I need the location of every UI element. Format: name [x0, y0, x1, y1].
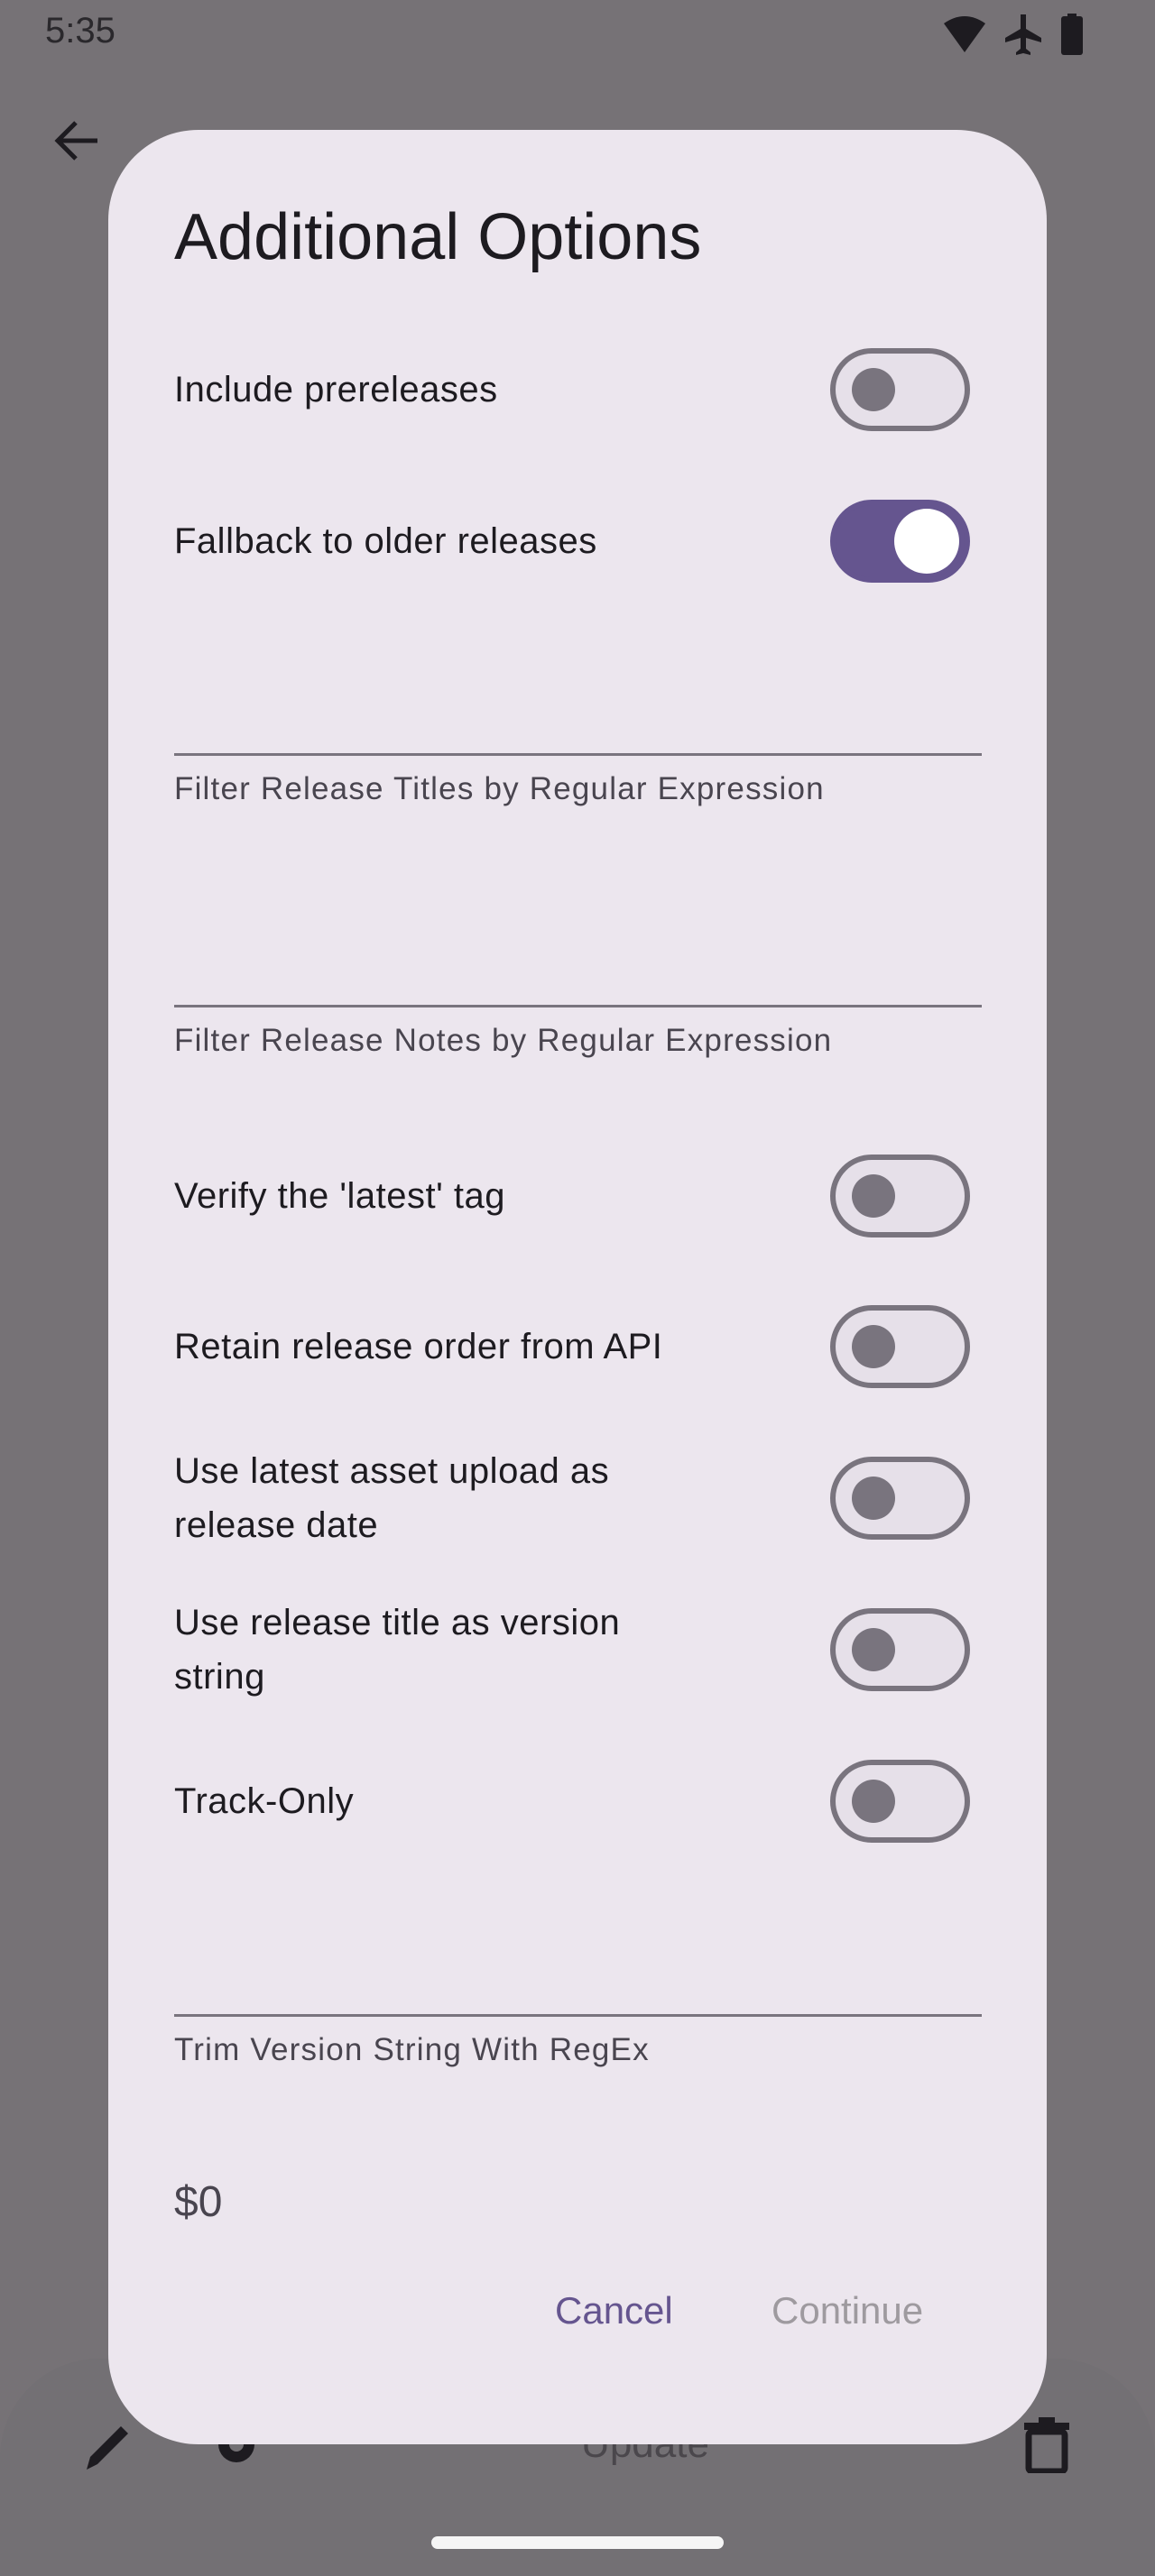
input-underline	[174, 2014, 982, 2017]
status-icons	[944, 13, 1083, 56]
track-only-switch[interactable]	[830, 1760, 970, 1843]
switch-thumb	[852, 1780, 895, 1823]
cancel-button[interactable]: Cancel	[555, 2289, 673, 2332]
switch-thumb	[852, 1325, 895, 1368]
back-arrow-icon[interactable]	[51, 114, 105, 168]
switch-thumb	[852, 368, 895, 411]
battery-icon	[1061, 14, 1083, 55]
toggle-label-retain-order: Retain release order from API	[174, 1327, 663, 1366]
switch-thumb	[852, 1477, 895, 1520]
dialog-title: Additional Options	[174, 201, 702, 273]
status-time: 5:35	[45, 11, 116, 51]
switch-thumb	[852, 1628, 895, 1671]
trim-version-input[interactable]	[174, 1909, 982, 2017]
pencil-icon[interactable]	[81, 2417, 135, 2471]
filter-titles-label: Filter Release Titles by Regular Express…	[174, 771, 825, 806]
wifi-icon	[944, 16, 985, 52]
switch-thumb	[852, 1174, 895, 1218]
toggle-label-verify-latest: Verify the 'latest' tag	[174, 1176, 505, 1216]
continue-button[interactable]: Continue	[772, 2289, 923, 2332]
input-underline	[174, 753, 982, 756]
filter-notes-input[interactable]	[174, 899, 982, 1007]
filter-titles-input[interactable]	[174, 648, 982, 756]
toggle-label-include-prereleases: Include prereleases	[174, 370, 498, 409]
input-underline	[174, 1005, 982, 1007]
asset-date-switch[interactable]	[830, 1457, 970, 1540]
toggle-label-asset-date: Use latest asset upload as release date	[174, 1451, 610, 1545]
switch-thumb	[894, 509, 959, 574]
replacement-value-input[interactable]: $0	[174, 2177, 222, 2227]
home-indicator[interactable]	[431, 2536, 724, 2549]
trash-icon[interactable]	[1024, 2417, 1069, 2473]
additional-options-dialog	[108, 130, 1047, 2444]
toggle-label-track-only: Track-Only	[174, 1781, 355, 1821]
title-version-switch[interactable]	[830, 1608, 970, 1691]
airplane-icon	[1005, 14, 1041, 55]
retain-order-switch[interactable]	[830, 1305, 970, 1388]
include-prereleases-switch[interactable]	[830, 348, 970, 431]
filter-notes-label: Filter Release Notes by Regular Expressi…	[174, 1023, 833, 1058]
toggle-label-title-version: Use release title as version string	[174, 1603, 621, 1697]
fallback-older-releases-switch[interactable]	[830, 500, 970, 583]
trim-version-label: Trim Version String With RegEx	[174, 2032, 650, 2067]
verify-latest-switch[interactable]	[830, 1155, 970, 1237]
toggle-label-fallback: Fallback to older releases	[174, 521, 597, 561]
